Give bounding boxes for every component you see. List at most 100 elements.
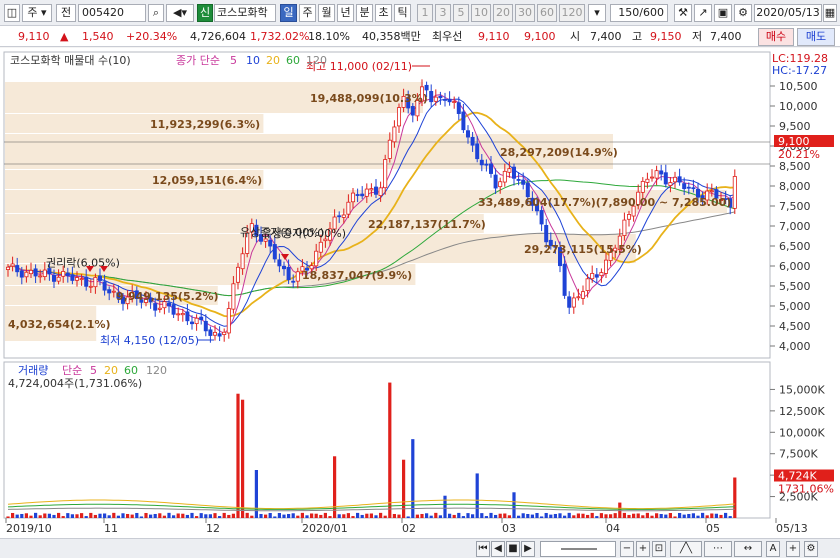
candle-body xyxy=(709,190,714,193)
period-year[interactable]: 년 xyxy=(337,4,354,22)
period-day[interactable]: 일 xyxy=(280,4,297,22)
save-icon[interactable]: ▣ xyxy=(714,4,732,22)
candle-body xyxy=(686,186,691,189)
candle-body xyxy=(392,126,397,143)
volume-bar xyxy=(379,512,383,518)
gear-icon[interactable]: ⚙ xyxy=(734,4,752,22)
minute-1[interactable]: 1 xyxy=(417,4,433,22)
speaker-icon[interactable]: ◀▾ xyxy=(166,4,194,22)
volume-bar xyxy=(613,513,617,518)
candle-body xyxy=(562,263,567,296)
date-input[interactable]: 2020/05/13 xyxy=(754,4,822,22)
minute-60[interactable]: 60 xyxy=(537,4,557,22)
volume-bar xyxy=(581,513,585,518)
period-tick[interactable]: 틱 xyxy=(394,4,411,22)
change-up-icon: ▲ xyxy=(60,30,69,43)
zoom-slider[interactable] xyxy=(540,541,616,557)
volume-bar xyxy=(728,516,732,518)
volume-bar xyxy=(98,513,102,518)
volume-bar xyxy=(38,515,42,518)
candle-body xyxy=(433,96,438,102)
period-month[interactable]: 월 xyxy=(318,4,335,22)
prev-button[interactable]: 전 xyxy=(56,4,76,22)
volume-bar xyxy=(66,513,70,518)
code-input[interactable]: 005420 xyxy=(78,4,146,22)
minute-120[interactable]: 120 xyxy=(559,4,585,22)
market-select[interactable]: 주 ▾ xyxy=(22,4,52,22)
minute-5[interactable]: 5 xyxy=(453,4,469,22)
volume-bar xyxy=(632,513,636,518)
volume-bar xyxy=(687,513,691,518)
zoom-out-icon[interactable]: − xyxy=(620,541,634,557)
volume-bar xyxy=(360,514,364,518)
tool-icon[interactable]: ⚒ xyxy=(674,4,692,22)
volume-bar xyxy=(296,515,300,518)
volume-bar xyxy=(659,513,663,518)
minute-10[interactable]: 10 xyxy=(471,4,491,22)
zoom-in-icon[interactable]: + xyxy=(636,541,650,557)
candle-body xyxy=(6,266,11,270)
stop-icon[interactable]: ■ xyxy=(506,541,520,557)
event-label: 유상증자(0.00%) xyxy=(262,227,346,240)
volume-bar xyxy=(668,512,672,518)
scroll-left-icon[interactable]: ◀ xyxy=(491,541,505,557)
candle-body xyxy=(581,291,586,299)
volume-bar xyxy=(544,512,548,518)
chart-line-icon[interactable]: ↗ xyxy=(694,4,712,22)
count-input[interactable]: 150/600 xyxy=(610,4,668,22)
candle-body xyxy=(599,272,604,277)
volume-bar xyxy=(576,513,580,518)
volume-bar xyxy=(622,512,626,518)
search-icon[interactable]: ⌕ xyxy=(148,4,164,22)
volume-profile-label: 19,488,099(10.3%) xyxy=(310,92,428,105)
open-value: 7,400 xyxy=(590,30,622,43)
candle-body xyxy=(673,176,678,183)
candle-body xyxy=(396,107,401,127)
candle-body xyxy=(217,333,222,337)
settings-icon[interactable]: ⚙ xyxy=(804,541,818,557)
period-second[interactable]: 초 xyxy=(375,4,392,22)
volume-bar xyxy=(305,515,309,518)
volume-bar xyxy=(342,514,346,518)
candle-body xyxy=(732,176,737,209)
minute-3[interactable]: 3 xyxy=(435,4,451,22)
zoom-slider-track xyxy=(561,548,597,550)
volume-bar xyxy=(319,514,323,518)
scroll-right-icon[interactable]: ▶ xyxy=(521,541,535,557)
volume-bar xyxy=(590,512,594,518)
low-value: 7,400 xyxy=(710,30,742,43)
volume-bar xyxy=(149,514,153,518)
scroll-left-fast-icon[interactable]: ⏮ xyxy=(476,541,490,557)
volume-bar xyxy=(195,516,199,518)
text-icon[interactable]: A xyxy=(766,541,780,557)
volume-bar xyxy=(6,516,10,518)
grid-tool-icon[interactable]: ⋯ xyxy=(704,541,732,557)
draw-tool-icon[interactable]: ╱╲ xyxy=(670,541,702,557)
candle-body xyxy=(502,170,507,183)
volume-bar xyxy=(586,514,590,518)
buy-button[interactable]: 매수 xyxy=(758,28,794,46)
volume-ma-120: 120 xyxy=(146,364,167,377)
chart-area[interactable]: 10,50010,0009,5009,0008,5008,0007,5007,0… xyxy=(0,48,840,538)
minute-20[interactable]: 20 xyxy=(493,4,513,22)
dropdown-icon[interactable]: ▾ xyxy=(588,4,606,22)
candle-body xyxy=(231,283,236,310)
sell-button[interactable]: 매도 xyxy=(797,28,835,46)
volume-bar xyxy=(673,516,677,518)
volume-bar xyxy=(425,513,429,518)
volume-bar xyxy=(273,516,277,518)
fit-icon[interactable]: ⊡ xyxy=(652,541,666,557)
chart-menu-icon[interactable]: ◫ xyxy=(4,4,20,22)
new-badge[interactable]: 신 xyxy=(197,4,213,22)
candle-body xyxy=(424,84,429,91)
range-tool-icon[interactable]: ↔ xyxy=(734,541,762,557)
add-icon[interactable]: + xyxy=(786,541,800,557)
minute-30[interactable]: 30 xyxy=(515,4,535,22)
volume-profile-label: 28,297,209(14.9%) xyxy=(500,146,618,159)
period-week[interactable]: 주 xyxy=(299,4,316,22)
calendar-icon[interactable]: ▦ xyxy=(823,4,837,22)
volume-bar xyxy=(503,513,507,518)
volume-bar xyxy=(277,512,281,518)
period-minute[interactable]: 분 xyxy=(356,4,373,22)
volume-bar xyxy=(374,515,378,518)
